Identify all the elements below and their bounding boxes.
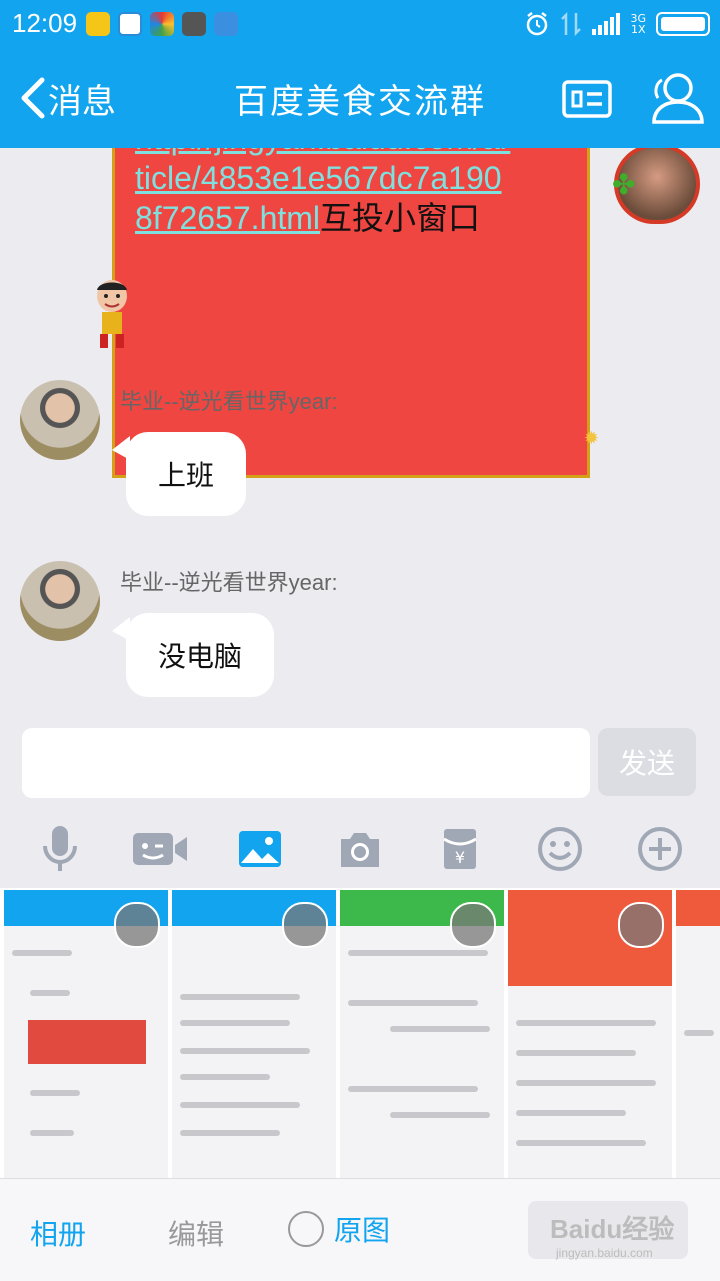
watermark-url: jingyan.baidu.com [556,1246,653,1260]
notification-icon [118,12,142,36]
clover-icon: ✤ [612,168,636,201]
bottom-bar: 相册 编辑 原图 Baidu经验 jingyan.baidu.com [0,1178,720,1281]
notification-icon [150,12,174,36]
plus-icon[interactable] [630,819,690,879]
shared-card-text: http://jingyan.baidu.com/article/4853e1e… [135,148,515,238]
select-circle[interactable] [114,902,160,948]
notification-icon [86,12,110,36]
image-icon[interactable] [230,819,290,879]
nav-bar: 消息 百度美食交流群 [0,48,720,148]
avatar[interactable] [20,561,100,641]
original-image-label: 原图 [334,1214,391,1247]
status-time: 12:09 [12,8,78,38]
message-text: 没电脑 [158,640,243,673]
notification-icon [214,12,238,36]
sender-name: 毕业--逆光看世界year: [120,570,338,595]
original-image-toggle[interactable]: 原图 [288,1209,390,1249]
baidu-watermark: Baidu经验 jingyan.baidu.com [550,1209,674,1260]
group-members-icon[interactable] [648,70,704,124]
chat-messages[interactable]: http://jingyan.baidu.com/article/4853e1e… [0,148,720,718]
album-button[interactable]: 相册 [30,1213,86,1253]
notification-icon [182,12,206,36]
message-input[interactable] [22,728,590,798]
avatar[interactable] [20,380,100,460]
page-title: 百度美食交流群 [234,82,486,122]
gallery-thumbnail[interactable] [340,890,504,1178]
composer-toolbar: ¥ [0,810,720,888]
battery-icon [656,12,710,36]
sender-name: 毕业--逆光看世界year: [120,389,338,414]
signal-icon [592,13,621,35]
select-circle[interactable] [618,902,664,948]
composer: 发送 [0,718,720,810]
gallery-thumbnail[interactable] [508,890,672,1178]
select-circle[interactable] [450,902,496,948]
camera-icon[interactable] [330,819,390,879]
data-transfer-icon [561,11,582,37]
video-icon[interactable] [130,819,190,879]
network-type: 3G 1X [630,13,646,35]
gallery-thumbnail[interactable] [4,890,168,1178]
message-text: 上班 [158,459,215,492]
sparkle-icon: ✹ [583,428,599,449]
gallery-thumbnail[interactable] [172,890,336,1178]
network-1x: 1X [630,23,646,36]
red-packet-icon[interactable]: ¥ [430,819,490,879]
shared-card-suffix: 互投小窗口 [320,200,481,236]
radio-circle-icon [288,1211,324,1247]
status-bar: 12:09 3G 1X [0,0,720,48]
message-bubble[interactable]: 上班 [112,432,247,516]
cartoon-sticker [97,280,127,348]
gallery-thumbnail[interactable] [676,890,720,1178]
edit-button[interactable]: 编辑 [168,1213,224,1253]
alarm-icon [527,12,548,36]
message-bubble[interactable]: 没电脑 [112,613,275,697]
microphone-icon[interactable] [30,819,90,879]
svg-text:¥: ¥ [455,848,465,867]
send-button[interactable]: 发送 [598,728,696,796]
select-circle[interactable] [282,902,328,948]
shared-link-card[interactable]: http://jingyan.baidu.com/article/4853e1e… [112,148,599,478]
emoji-icon[interactable] [530,819,590,879]
photo-gallery[interactable] [0,888,720,1178]
profile-card-icon[interactable] [562,80,612,118]
watermark-text: Baidu经验 [550,1214,675,1244]
